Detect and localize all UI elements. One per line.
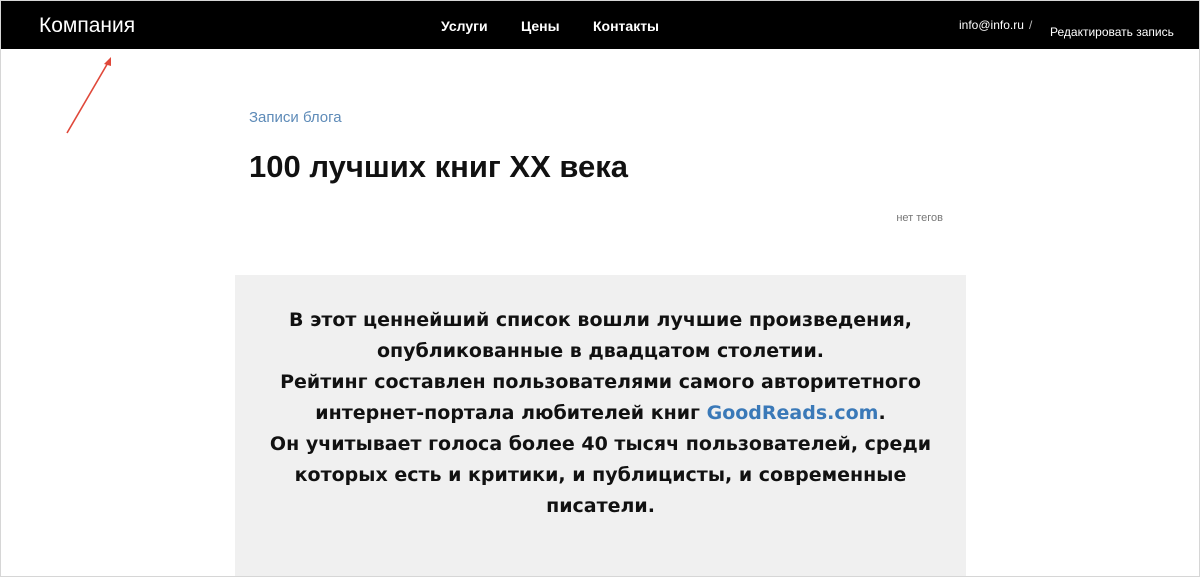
post-tags: нет тегов [896, 212, 943, 224]
quote-line: интернет-портала любителей книг GoodRead… [235, 398, 966, 429]
post-title: 100 лучших книг XX века [249, 149, 629, 184]
nav-item-contacts[interactable]: Контакты [593, 18, 659, 34]
quote-line: писатели. [546, 495, 655, 517]
email-separator: / [1029, 18, 1033, 32]
intro-quote-block: В этот ценнейший список вошли лучшие про… [235, 275, 966, 576]
contact-email[interactable]: info@info.ru [959, 18, 1024, 32]
quote-line: Рейтинг составлен пользователями самого … [280, 371, 921, 393]
site-header: Компания Услуги Цены Контакты info@info.… [1, 1, 1199, 49]
post-category-link[interactable]: Записи блога [249, 109, 342, 126]
quote-line: В этот ценнейший список вошли лучшие про… [289, 309, 912, 331]
intro-quote-text: В этот ценнейший список вошли лучшие про… [235, 305, 966, 522]
quote-line: опубликованные в двадцатом столетии. [376, 340, 825, 362]
quote-line-suffix: . [878, 402, 886, 424]
nav-item-prices[interactable]: Цены [521, 18, 560, 34]
annotation-arrow-icon [66, 57, 111, 134]
goodreads-link[interactable]: GoodReads.com [707, 402, 879, 424]
quote-line-prefix: интернет-портала любителей книг [315, 402, 707, 424]
quote-line: Он учитывает голоса более 40 тысяч польз… [269, 433, 932, 455]
nav-item-services[interactable]: Услуги [441, 18, 488, 34]
edit-post-button[interactable]: Редактировать запись [1050, 25, 1174, 39]
site-logo-link[interactable]: Компания [39, 13, 135, 39]
page-frame: Компания Услуги Цены Контакты info@info.… [0, 0, 1200, 577]
quote-line: которых есть и критики, и публицисты, и … [294, 464, 907, 486]
